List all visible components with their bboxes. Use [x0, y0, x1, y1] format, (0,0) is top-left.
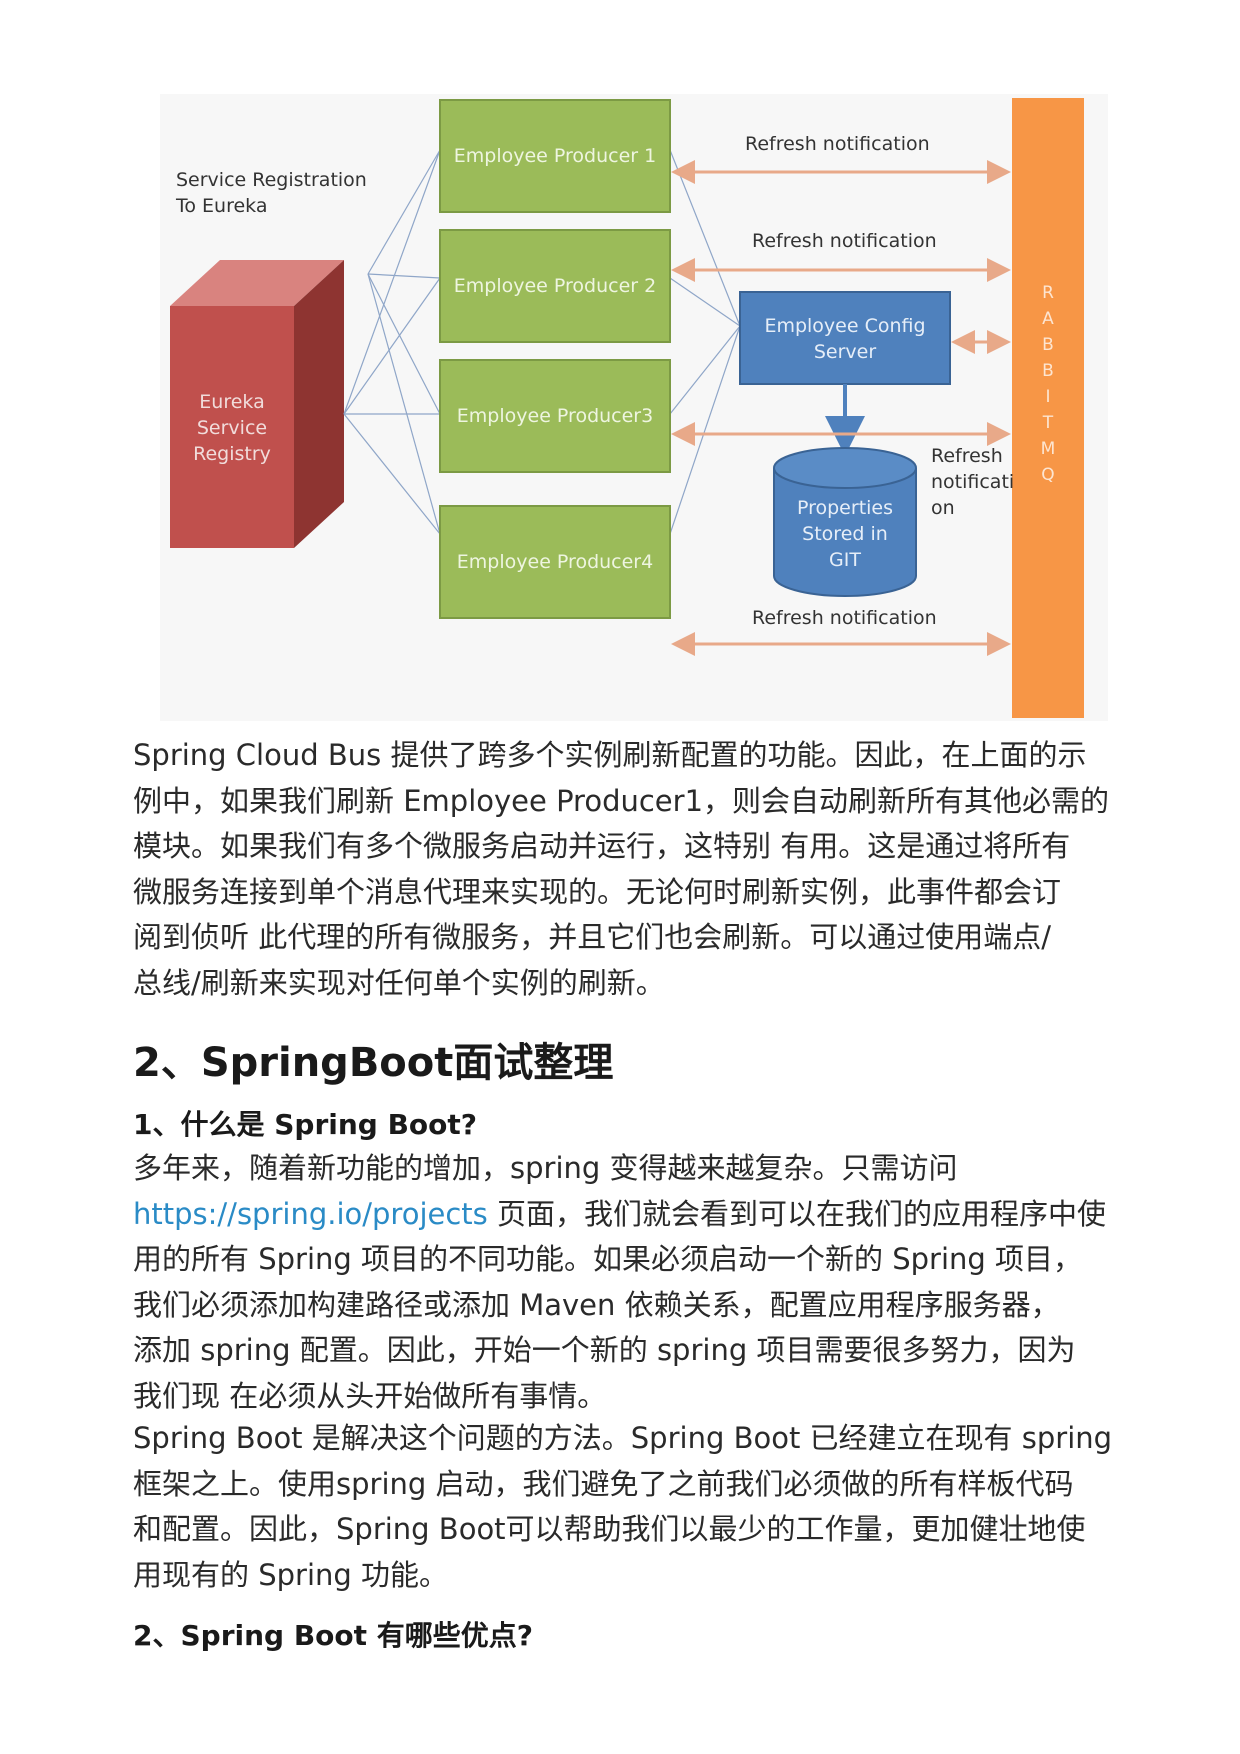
refresh-side-3: on	[931, 497, 955, 519]
rabbitmq-letter-7: M	[1041, 439, 1056, 459]
architecture-diagram: Service Registration To Eureka Eureka Se…	[160, 94, 1108, 721]
rabbitmq-letter-6: T	[1042, 413, 1054, 433]
git-store-cylinder: Properties Stored in GIT	[773, 447, 917, 597]
question-heading-1: 1、什么是 Spring Boot?	[133, 1108, 478, 1141]
config-server-box: Employee Config Server	[739, 291, 951, 385]
config-connector-lines	[669, 149, 741, 535]
producer-2: Employee Producer 2	[439, 229, 671, 343]
rabbitmq-letter-2: A	[1042, 309, 1054, 329]
rabbitmq-bar: R A B B I T M Q	[1012, 98, 1084, 718]
registry-connector-lines	[343, 149, 441, 535]
config-server-label-2: Server	[814, 341, 876, 363]
question-heading-2: 2、Spring Boot 有哪些优点?	[133, 1619, 534, 1652]
refresh-side-1: Refresh	[931, 445, 1003, 467]
refresh-label-top: Refresh notification	[745, 133, 930, 155]
producer-1-label: Employee Producer 1	[454, 145, 656, 167]
producer-4: Employee Producer4	[439, 505, 671, 619]
eureka-label-1: Eureka	[199, 391, 264, 413]
service-registration-line1: Service Registration	[176, 169, 367, 191]
eureka-registry-box: Eureka Service Registry	[170, 260, 344, 548]
config-server-label-1: Employee Config	[764, 315, 925, 337]
paragraph-what-is-spring-boot: 多年来，随着新功能的增加，spring 变得越来越复杂。只需访问 https:/…	[133, 1146, 1113, 1419]
git-label-2: Stored in	[802, 523, 888, 545]
refresh-label-bottom: Refresh notification	[752, 607, 937, 629]
rabbitmq-letter-3: B	[1042, 335, 1054, 355]
eureka-label-3: Registry	[193, 443, 271, 465]
git-label-1: Properties	[797, 497, 893, 519]
producer-4-label: Employee Producer4	[457, 551, 653, 573]
paragraph-spring-boot-solution: Spring Boot 是解决这个问题的方法。Spring Boot 已经建立在…	[133, 1421, 1113, 1592]
paragraph-text-before-link: 多年来，随着新功能的增加，spring 变得越来越复杂。只需访问	[133, 1151, 958, 1185]
rabbitmq-letter-8: Q	[1041, 465, 1054, 485]
refresh-side-2: notificati	[931, 471, 1014, 493]
refresh-label-middle: Refresh notification	[752, 230, 937, 252]
rabbitmq-letter-5: I	[1045, 387, 1050, 407]
git-label-3: GIT	[829, 549, 861, 571]
service-registration-line2: To Eureka	[175, 195, 267, 217]
rabbitmq-letter-1: R	[1042, 283, 1054, 303]
paragraph-spring-cloud-bus: Spring Cloud Bus 提供了跨多个实例刷新配置的功能。因此，在上面的…	[133, 738, 1110, 1000]
section-heading: 2、SpringBoot面试整理	[133, 1040, 614, 1086]
producer-1: Employee Producer 1	[439, 99, 671, 213]
rabbitmq-letter-4: B	[1042, 361, 1054, 381]
producer-3: Employee Producer3	[439, 359, 671, 473]
eureka-label-2: Service	[197, 417, 267, 439]
spring-projects-link[interactable]: https://spring.io/projects	[133, 1197, 488, 1231]
producer-3-label: Employee Producer3	[457, 405, 653, 427]
producer-2-label: Employee Producer 2	[454, 275, 656, 297]
